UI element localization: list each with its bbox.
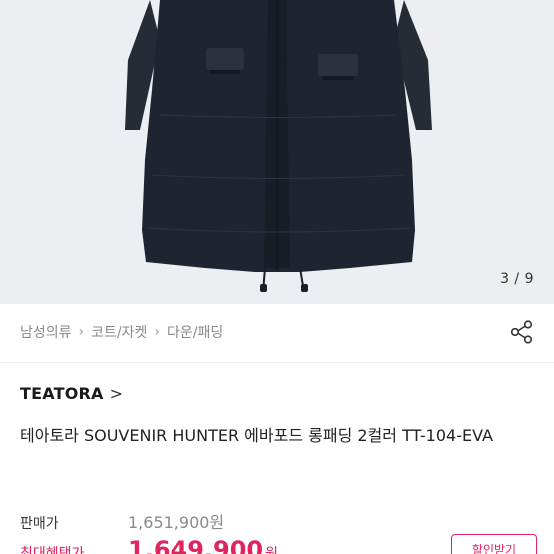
best-price-unit: 원 (265, 546, 279, 554)
product-image (125, 0, 432, 293)
brand-name: TEATORA (20, 384, 104, 403)
best-price-value: 1,649,900 (128, 536, 264, 554)
chevron-right-icon: > (109, 384, 124, 403)
breadcrumb-item[interactable]: 코트/자켓 (91, 322, 147, 342)
chevron-right-icon: › (154, 324, 160, 340)
product-title: 테아토라 SOUVENIR HUNTER 에바포드 롱패딩 2컬러 TT-104… (20, 426, 493, 445)
share-icon (510, 320, 533, 344)
best-price-row: 최대혜택가 1,649,900 원 (20, 536, 278, 554)
section-divider (0, 362, 554, 363)
breadcrumb-item[interactable]: 다운/패딩 (167, 322, 223, 342)
image-counter: 3 / 9 (500, 271, 534, 287)
sale-price-label: 판매가 (20, 516, 59, 532)
breadcrumb: 남성의류 › 코트/자켓 › 다운/패딩 (20, 316, 223, 348)
best-price-label: 최대혜택가 (20, 546, 85, 554)
sale-price-value: 1,651,900원 (128, 513, 225, 532)
chevron-right-icon: › (78, 324, 85, 340)
breadcrumb-item[interactable]: 남성의류 (20, 322, 72, 342)
share-button[interactable] (508, 318, 536, 346)
brand-link[interactable]: TEATORA > (20, 384, 123, 403)
coupon-button[interactable]: 할인받기 (451, 534, 537, 554)
sale-price-row: 판매가 1,651,900원 (20, 509, 224, 533)
product-image-gallery[interactable]: 3 / 9 (0, 0, 554, 304)
